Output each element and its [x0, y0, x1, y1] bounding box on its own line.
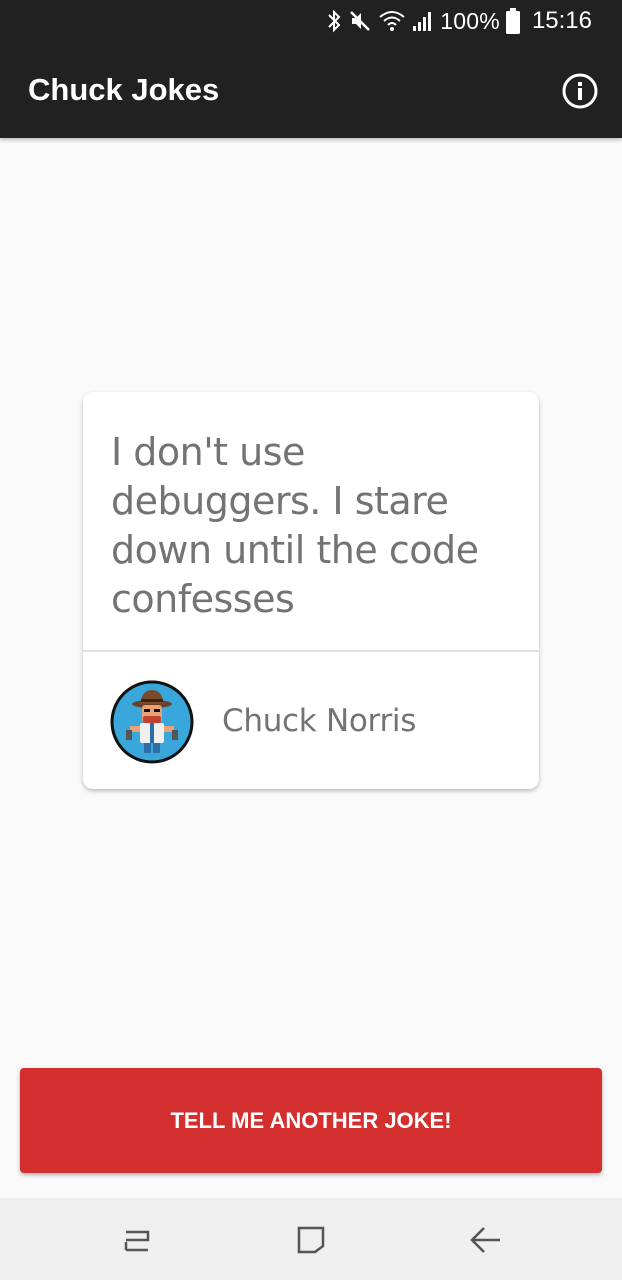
tell-another-joke-button[interactable]: TELL ME ANOTHER JOKE! — [20, 1068, 602, 1173]
status-bar: 100% 15:16 — [0, 0, 622, 42]
wifi-icon — [378, 9, 406, 33]
clock: 15:16 — [531, 7, 592, 34]
chuck-norris-avatar — [110, 680, 194, 764]
bluetooth-icon — [326, 9, 342, 33]
recent-apps-icon[interactable] — [116, 1218, 160, 1262]
status-icons: 100% 15:16 — [326, 6, 592, 36]
battery-icon — [505, 8, 520, 34]
joke-text: I don't use debuggers. I stare down unti… — [111, 430, 479, 621]
signal-icon — [412, 9, 434, 33]
author-name: Chuck Norris — [222, 703, 417, 739]
joke-card: I don't use debuggers. I stare down unti… — [83, 392, 539, 789]
navigation-bar — [0, 1198, 622, 1280]
card-divider — [83, 650, 539, 652]
home-icon[interactable] — [289, 1218, 333, 1262]
back-icon[interactable] — [464, 1218, 508, 1262]
mute-icon — [348, 9, 372, 33]
info-icon[interactable] — [561, 72, 599, 110]
app-title: Chuck Jokes — [28, 72, 220, 107]
battery-percent: 100% — [440, 7, 500, 34]
app-bar: Chuck Jokes — [0, 42, 622, 138]
